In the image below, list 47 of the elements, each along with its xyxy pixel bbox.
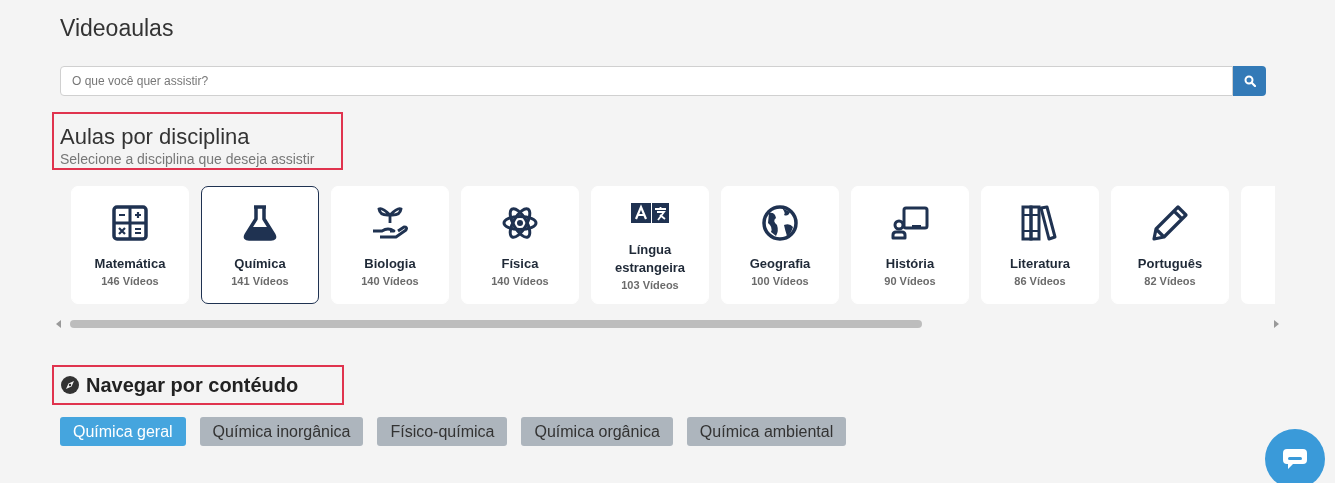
search-field[interactable]: O que você quer assistir? <box>60 66 1233 96</box>
video-count: 82 Vídeos <box>1144 274 1196 289</box>
compass-icon <box>60 375 80 395</box>
video-count: 146 Vídeos <box>101 274 159 289</box>
subject-card[interactable]: Língua estrangeira 103 Vídeos <box>591 186 709 304</box>
subject-name: Química <box>233 255 287 273</box>
globe-icon <box>760 203 800 243</box>
section-subtitle: Selecione a disciplina que deseja assistir <box>60 150 315 168</box>
video-count: 103 Vídeos <box>621 278 679 293</box>
video-count: 86 Vídeos <box>1014 274 1066 289</box>
search-button[interactable] <box>1233 66 1266 96</box>
subject-name: Geografia <box>748 255 812 273</box>
search-icon <box>1243 75 1256 87</box>
scroll-left-arrow-icon[interactable] <box>55 320 62 328</box>
chat-button[interactable] <box>1265 429 1325 483</box>
video-count: 141 Vídeos <box>231 274 289 289</box>
video-count: 140 Vídeos <box>491 274 549 289</box>
subject-card[interactable]: História 90 Vídeos <box>851 186 969 304</box>
subject-name: Biologia <box>363 255 417 273</box>
subject-card[interactable]: Português 82 Vídeos <box>1111 186 1229 304</box>
chat-bubble-icon <box>1282 448 1308 470</box>
subject-name: História <box>884 255 936 273</box>
scrollbar-thumb[interactable] <box>70 320 922 328</box>
video-count: 90 Vídeos <box>884 274 936 289</box>
topic-tag[interactable]: Química ambiental <box>686 417 847 446</box>
subject-name: Matemática <box>93 255 167 273</box>
calculator-icon <box>110 203 150 243</box>
scroll-right-arrow-icon[interactable] <box>1273 320 1280 328</box>
section-title: Navegar por contéudo <box>86 374 299 396</box>
pencil-icon <box>1150 203 1190 243</box>
subject-card[interactable]: Matemática 146 Vídeos <box>71 186 189 304</box>
topic-tag[interactable]: Química orgânica <box>521 417 673 446</box>
page-title: Videoaulas <box>60 14 175 42</box>
video-count: 140 Vídeos <box>361 274 419 289</box>
subject-name: Língua estrangeira <box>613 241 687 277</box>
subject-card[interactable]: Geografia 100 Vídeos <box>721 186 839 304</box>
subject-name: Literatura <box>1009 255 1071 273</box>
subject-card[interactable]: Literatura 86 Vídeos <box>981 186 1099 304</box>
subject-name: Português <box>1136 255 1204 273</box>
video-count: 100 Vídeos <box>751 274 809 289</box>
topic-tag[interactable]: Química inorgânica <box>199 417 364 446</box>
section-title: Aulas por disciplina <box>60 124 251 150</box>
subject-card[interactable]: Química 141 Vídeos <box>201 186 319 304</box>
topic-tag[interactable]: Físico-química <box>377 417 508 446</box>
subject-card[interactable]: Biologia 140 Vídeos <box>331 186 449 304</box>
subject-card[interactable]: Física 140 Vídeos <box>461 186 579 304</box>
subject-name: Física <box>500 255 540 273</box>
